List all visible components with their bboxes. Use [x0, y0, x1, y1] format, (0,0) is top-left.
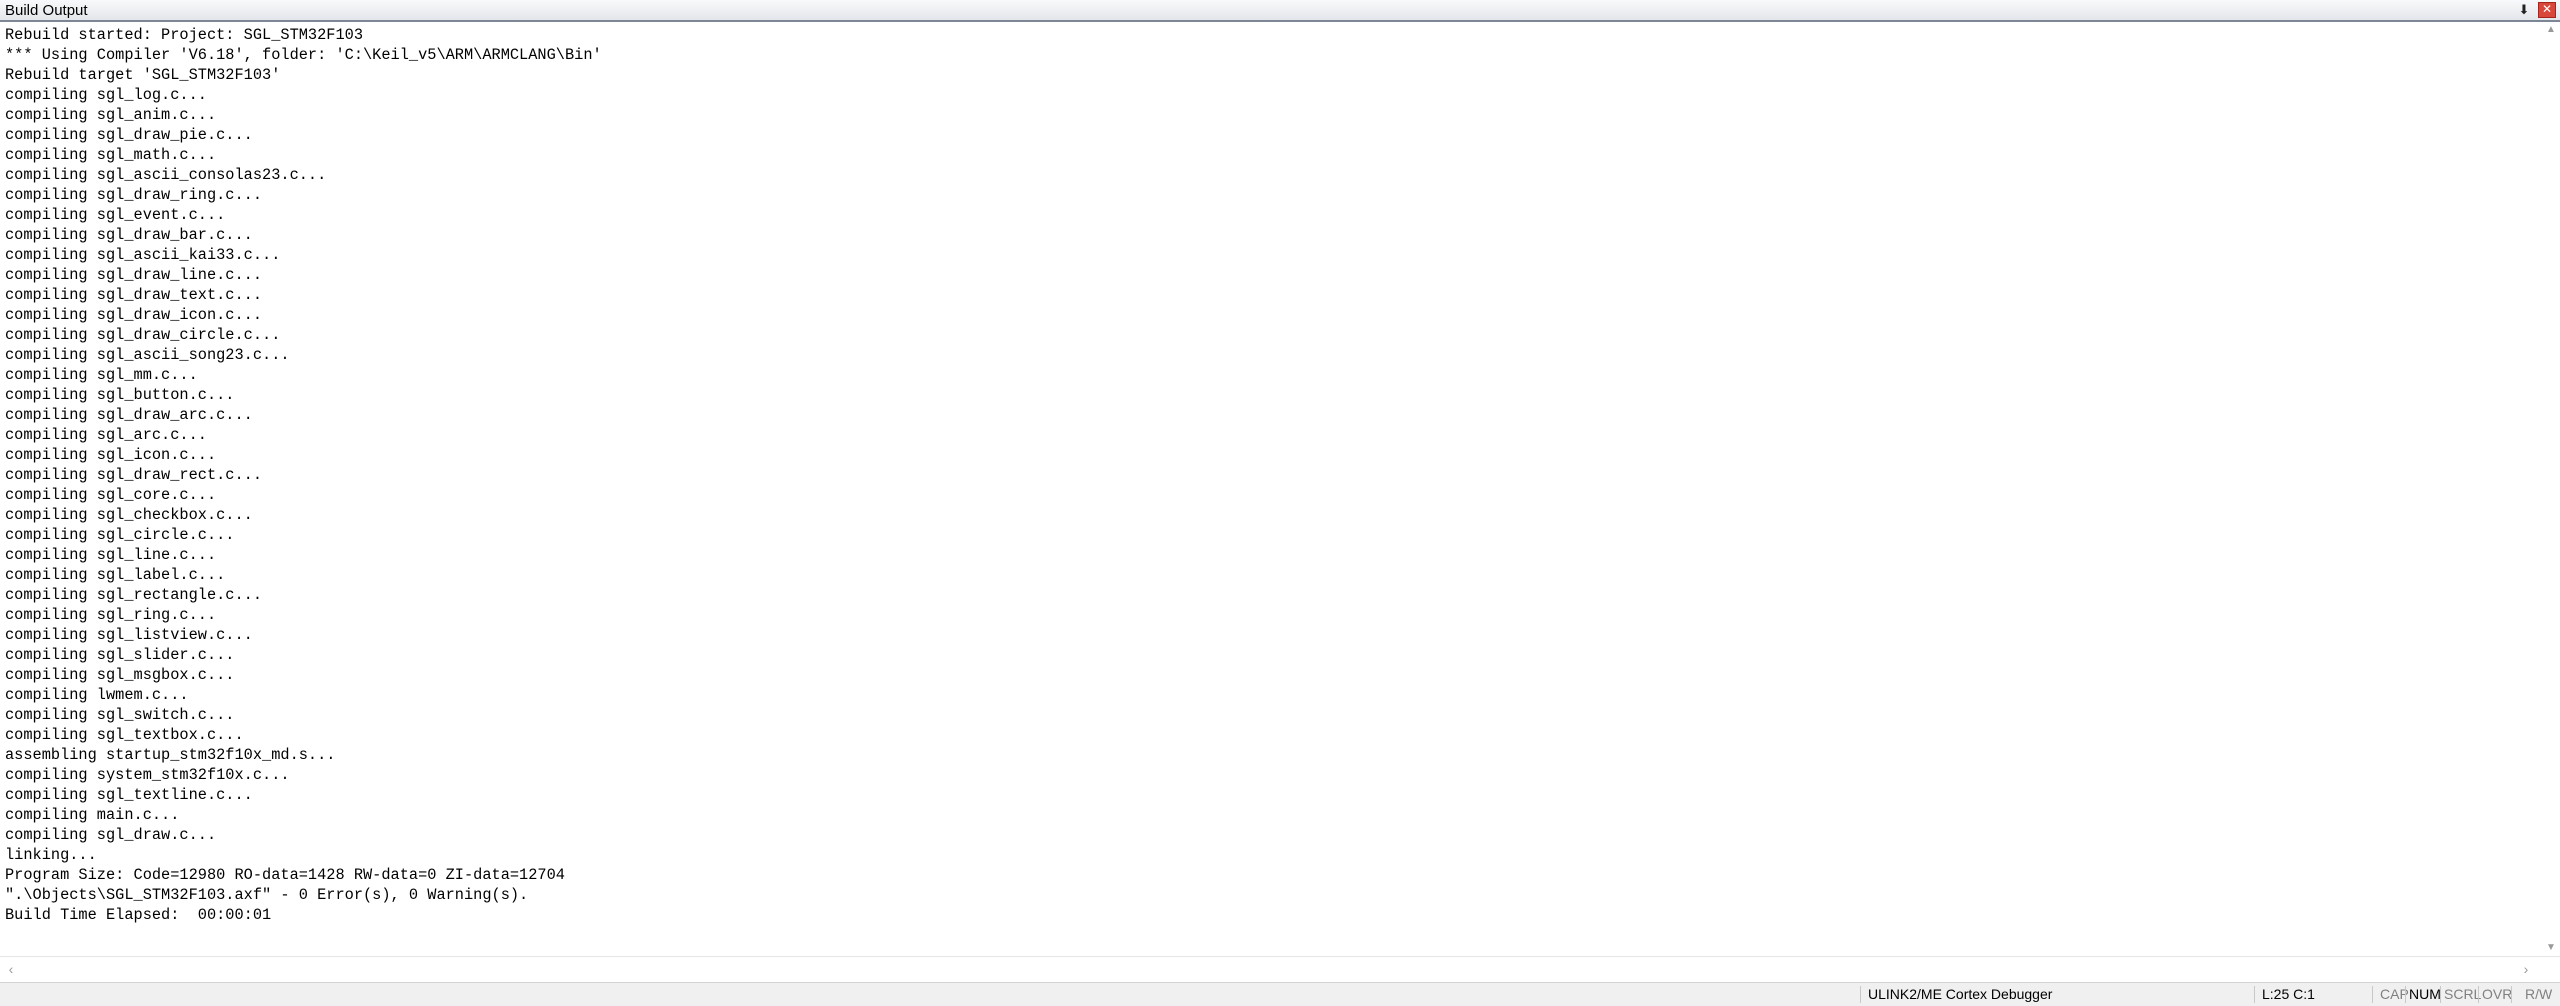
scroll-lock-indicator: SCRL	[2444, 986, 2482, 1002]
output-line: linking...	[5, 846, 97, 864]
num-lock-indicator: NUM	[2409, 986, 2441, 1002]
output-line: compiling sgl_listview.c...	[5, 626, 253, 644]
status-separator	[2440, 986, 2441, 1003]
output-line: compiling sgl_msgbox.c...	[5, 666, 235, 684]
scroll-up-icon[interactable]: ▲	[2542, 22, 2560, 38]
cursor-position: L:25 C:1	[2262, 986, 2315, 1002]
output-line: compiling sgl_draw_circle.c...	[5, 326, 281, 344]
build-output-text-area[interactable]: Rebuild started: Project: SGL_STM32F103 *…	[0, 22, 2542, 956]
output-line: compiling sgl_draw_line.c...	[5, 266, 263, 284]
output-line: compiling sgl_checkbox.c...	[5, 506, 253, 524]
output-line: compiling sgl_rectangle.c...	[5, 586, 263, 604]
output-line: compiling sgl_log.c...	[5, 86, 207, 104]
scroll-down-icon[interactable]: ▼	[2542, 940, 2560, 956]
vertical-scrollbar[interactable]: ▲ ▼	[2542, 22, 2560, 956]
output-line: assembling startup_stm32f10x_md.s...	[5, 746, 336, 764]
build-output-window: Build Output ⬇ ✕ Rebuild started: Projec…	[0, 0, 2560, 1006]
status-bar: ULINK2/ME Cortex Debugger L:25 C:1 CAP N…	[0, 982, 2560, 1006]
status-separator	[2405, 986, 2406, 1003]
horizontal-scrollbar[interactable]: ‹ ›	[0, 956, 2560, 982]
output-line: *** Using Compiler 'V6.18', folder: 'C:\…	[5, 46, 602, 64]
output-line: ".\Objects\SGL_STM32F103.axf" - 0 Error(…	[5, 886, 529, 904]
pin-icon[interactable]: ⬇	[2516, 2, 2532, 18]
output-line: compiling sgl_textline.c...	[5, 786, 253, 804]
debugger-status: ULINK2/ME Cortex Debugger	[1868, 986, 2053, 1002]
output-lines: Rebuild started: Project: SGL_STM32F103 *…	[5, 25, 602, 925]
output-line: compiling sgl_draw_text.c...	[5, 286, 263, 304]
output-line: compiling sgl_core.c...	[5, 486, 217, 504]
status-separator	[2372, 986, 2373, 1003]
output-line: compiling sgl_ascii_song23.c...	[5, 346, 290, 364]
read-write-indicator: R/W	[2525, 986, 2553, 1002]
window-title: Build Output	[5, 2, 88, 19]
output-line: compiling system_stm32f10x.c...	[5, 766, 290, 784]
output-line: compiling sgl_button.c...	[5, 386, 235, 404]
output-line: compiling sgl_ring.c...	[5, 606, 217, 624]
output-line: Rebuild started: Project: SGL_STM32F103	[5, 26, 364, 44]
output-line: compiling sgl_draw_bar.c...	[5, 226, 253, 244]
scroll-right-icon[interactable]: ›	[2518, 961, 2534, 977]
output-line: compiling sgl_textbox.c...	[5, 726, 244, 744]
output-line: Rebuild target 'SGL_STM32F103'	[5, 66, 281, 84]
output-line: compiling sgl_ascii_consolas23.c...	[5, 166, 327, 184]
output-line: compiling sgl_math.c...	[5, 146, 217, 164]
status-separator	[2478, 986, 2479, 1003]
title-bar[interactable]: Build Output ⬇ ✕	[0, 0, 2560, 22]
output-line: compiling sgl_event.c...	[5, 206, 226, 224]
close-icon[interactable]: ✕	[2538, 2, 2556, 18]
output-line: compiling sgl_line.c...	[5, 546, 217, 564]
scroll-left-icon[interactable]: ‹	[3, 961, 19, 977]
status-separator	[1860, 986, 1861, 1003]
output-line: compiling sgl_slider.c...	[5, 646, 235, 664]
output-line: compiling sgl_mm.c...	[5, 366, 198, 384]
output-line: compiling sgl_draw_arc.c...	[5, 406, 253, 424]
output-line: compiling sgl_anim.c...	[5, 106, 217, 124]
output-line: compiling sgl_draw.c...	[5, 826, 217, 844]
output-line: compiling lwmem.c...	[5, 686, 189, 704]
output-line: compiling sgl_draw_rect.c...	[5, 466, 263, 484]
status-separator	[2254, 986, 2255, 1003]
output-line: compiling sgl_ascii_kai33.c...	[5, 246, 281, 264]
output-line: compiling sgl_arc.c...	[5, 426, 207, 444]
output-line: compiling sgl_draw_icon.c...	[5, 306, 263, 324]
output-line: compiling sgl_draw_ring.c...	[5, 186, 263, 204]
output-line: compiling sgl_circle.c...	[5, 526, 235, 544]
output-line: Program Size: Code=12980 RO-data=1428 RW…	[5, 866, 565, 884]
output-line: compiling sgl_icon.c...	[5, 446, 217, 464]
status-separator	[2511, 986, 2512, 1003]
overwrite-indicator: OVR	[2482, 986, 2513, 1002]
output-line: compiling sgl_draw_pie.c...	[5, 126, 253, 144]
output-line: Build Time Elapsed: 00:00:01	[5, 906, 272, 924]
output-line: compiling sgl_label.c...	[5, 566, 226, 584]
output-line: compiling sgl_switch.c...	[5, 706, 235, 724]
output-line: compiling main.c...	[5, 806, 180, 824]
